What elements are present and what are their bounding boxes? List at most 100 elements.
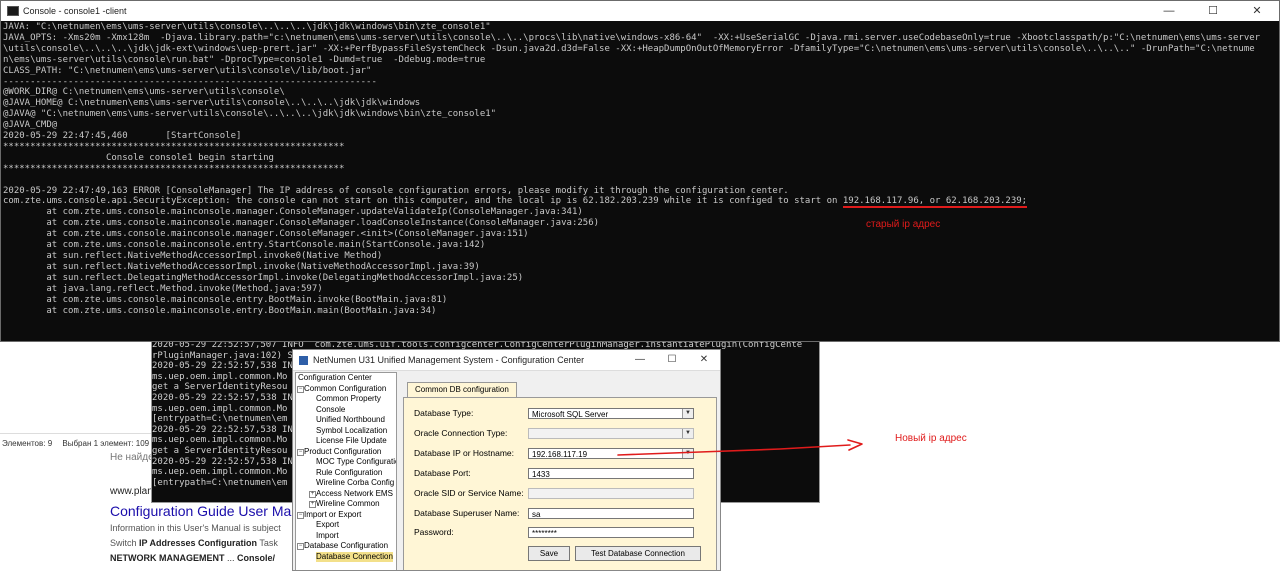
tree-item[interactable]: Import bbox=[296, 531, 396, 542]
save-button[interactable]: Save bbox=[528, 546, 570, 561]
tree-item[interactable]: + Wireline Common bbox=[296, 499, 396, 510]
console-line: at sun.reflect.NativeMethodAccessorImpl.… bbox=[3, 251, 1277, 262]
tree-item[interactable]: MOC Type Configuration bbox=[296, 457, 396, 468]
db-port-label: Database Port: bbox=[414, 468, 471, 478]
explorer-item-count: Элементов: 9 bbox=[2, 439, 53, 448]
tree-item-label: Export bbox=[316, 520, 340, 529]
tree-item[interactable]: Symbol Localization bbox=[296, 426, 396, 437]
web-result-snippet: NETWORK MANAGEMENT ... Console/ bbox=[110, 553, 296, 563]
console-line-text: at sun.reflect.DelegatingMethodAccessorI… bbox=[3, 272, 524, 283]
oracle-connection-type-select: ▼ bbox=[528, 428, 694, 439]
tree-item[interactable]: Unified Northbound bbox=[296, 415, 396, 426]
collapse-icon[interactable]: − bbox=[297, 448, 304, 456]
console-line: JAVA: "C:\netnumen\ems\ums-server\utils\… bbox=[3, 22, 1277, 33]
web-result-snippet: Switch IP Addresses Configuration Task bbox=[110, 538, 296, 548]
db-configuration-panel: Database Type: Microsoft SQL Server ▼ Or… bbox=[403, 397, 717, 570]
config-maximize-button[interactable]: ☐ bbox=[656, 350, 688, 370]
tree-item[interactable]: Export bbox=[296, 520, 396, 531]
web-result-title-link[interactable]: Configuration Guide User Man bbox=[110, 503, 296, 519]
explorer-selected-info: Выбран 1 элемент: 109 bbox=[62, 439, 150, 448]
console-line: ****************************************… bbox=[3, 142, 1277, 153]
password-input[interactable]: ******** bbox=[528, 527, 694, 538]
tree-item-label: Database Connection bbox=[316, 551, 393, 562]
console-line-text: at com.zte.ums.console.mainconsole.entry… bbox=[3, 305, 437, 316]
tree-item[interactable]: + Access Network EMS bbox=[296, 489, 396, 500]
collapse-icon[interactable]: − bbox=[297, 543, 304, 550]
oracle-connection-type-label: Oracle Connection Type: bbox=[414, 428, 508, 438]
console-line-text: @JAVA_HOME@ C:\netnumen\ems\ums-server\u… bbox=[3, 98, 421, 109]
console-line-text: 2020-05-29 22:47:49,163 ERROR [ConsoleMa… bbox=[3, 185, 789, 196]
tree-item[interactable]: License File Update bbox=[296, 436, 396, 447]
console-line: ****************************************… bbox=[3, 164, 1277, 175]
console-line: at sun.reflect.DelegatingMethodAccessorI… bbox=[3, 273, 1277, 284]
oracle-sid-label: Oracle SID or Service Name: bbox=[414, 488, 524, 498]
tree-item-label: Common Property bbox=[316, 394, 381, 403]
old-ip-annotation: старый ip адрес bbox=[866, 219, 941, 230]
console-line-text: @WORK_DIR@ C:\netnumen\ems\ums-server\ut… bbox=[3, 87, 285, 98]
close-button[interactable]: ✕ bbox=[1235, 1, 1279, 21]
console-line: @JAVA@ "C:\netnumen\ems\ums-server\utils… bbox=[3, 109, 1277, 120]
web-result-url[interactable]: www.plan bbox=[110, 486, 153, 497]
expand-icon[interactable]: + bbox=[309, 490, 316, 498]
password-label: Password: bbox=[414, 527, 454, 537]
tree-item[interactable]: Database Connection bbox=[296, 551, 396, 562]
new-ip-annotation: Новый ip адрес bbox=[895, 433, 967, 444]
expand-icon[interactable]: + bbox=[309, 501, 316, 508]
console-line: JAVA_OPTS: -Xms20m -Xmx128m -Djava.libra… bbox=[3, 33, 1277, 44]
config-content-area: Common DB configuration Database Type: M… bbox=[399, 372, 719, 570]
db-port-input[interactable]: 1433 bbox=[528, 468, 694, 479]
console-line-text: ----------------------------------------… bbox=[3, 76, 377, 87]
tree-item[interactable]: − Common Configuration bbox=[296, 384, 396, 395]
oracle-sid-input bbox=[528, 488, 694, 499]
console-window[interactable]: Console - console1 -client — ☐ ✕ JAVA: "… bbox=[0, 0, 1280, 342]
console-line-text: at sun.reflect.NativeMethodAccessorImpl.… bbox=[3, 261, 480, 272]
tree-item[interactable]: Configuration Center bbox=[296, 373, 396, 384]
db-type-select[interactable]: Microsoft SQL Server ▼ bbox=[528, 408, 694, 419]
console-line: Console console1 begin starting bbox=[3, 153, 1277, 164]
tree-item[interactable]: Wireline Corba Config bbox=[296, 478, 396, 489]
chevron-down-icon: ▼ bbox=[682, 429, 693, 438]
chevron-down-icon[interactable]: ▼ bbox=[682, 409, 693, 418]
collapse-icon[interactable]: − bbox=[297, 385, 304, 393]
console-line-text: JAVA: "C:\netnumen\ems\ums-server\utils\… bbox=[3, 22, 491, 32]
superuser-input[interactable]: sa bbox=[528, 508, 694, 519]
tree-item-label: Common Configuration bbox=[304, 383, 387, 393]
console-line-text: ****************************************… bbox=[3, 163, 345, 174]
configuration-center-window[interactable]: NetNumen U31 Unified Management System -… bbox=[292, 349, 721, 571]
tree-item-label: Console bbox=[316, 404, 346, 414]
console-line: CLASS_PATH: "C:\netnumen\ems\ums-server\… bbox=[3, 66, 1277, 77]
console-line-text: ****************************************… bbox=[3, 141, 345, 152]
tree-item-label: License File Update bbox=[316, 436, 387, 445]
config-title-bar[interactable]: NetNumen U31 Unified Management System -… bbox=[293, 350, 720, 371]
config-navigation-tree[interactable]: Configuration Center − Common Configuratio… bbox=[295, 372, 397, 570]
tree-item[interactable]: − Database Configuration bbox=[296, 541, 396, 552]
test-database-connection-button[interactable]: Test Database Connection bbox=[575, 546, 701, 561]
console-line-text: \utils\console\..\..\..\jdk\jdk-ext\wind… bbox=[3, 43, 1255, 54]
db-ip-label: Database IP or Hostname: bbox=[414, 448, 515, 458]
console-line-text: at com.zte.ums.console.mainconsole.entry… bbox=[3, 240, 486, 251]
console-line: at com.zte.ums.console.mainconsole.manag… bbox=[3, 229, 1277, 240]
tree-item[interactable]: Common Property bbox=[296, 394, 396, 405]
db-ip-value: 192.168.117.19 bbox=[532, 450, 588, 459]
tree-item[interactable]: − Import or Export bbox=[296, 510, 396, 521]
console-output: JAVA: "C:\netnumen\ems\ums-server\utils\… bbox=[1, 21, 1279, 317]
config-minimize-button[interactable]: — bbox=[624, 350, 656, 370]
tree-item[interactable]: Rule Configuration bbox=[296, 468, 396, 479]
tree-item[interactable]: − Product Configuration bbox=[296, 447, 396, 458]
tree-item-label: Import bbox=[316, 530, 339, 540]
chevron-down-icon[interactable]: ▼ bbox=[682, 449, 693, 458]
snippet-text: ... bbox=[224, 553, 238, 563]
console-line: at com.zte.ums.console.mainconsole.manag… bbox=[3, 207, 1277, 218]
tree-item[interactable]: Console bbox=[296, 405, 396, 416]
collapse-icon[interactable]: − bbox=[297, 511, 304, 519]
console-line-text: @JAVA_CMD@ bbox=[3, 120, 58, 131]
tab-common-db-configuration[interactable]: Common DB configuration bbox=[407, 382, 517, 397]
snippet-keyword: NETWORK MANAGEMENT bbox=[110, 553, 225, 563]
maximize-button[interactable]: ☐ bbox=[1191, 1, 1235, 21]
db-ip-input[interactable]: 192.168.117.19 ▼ bbox=[528, 448, 694, 459]
minimize-button[interactable]: — bbox=[1147, 1, 1191, 21]
console-line: \utils\console\..\..\..\jdk\jdk-ext\wind… bbox=[3, 44, 1277, 55]
console-title-bar[interactable]: Console - console1 -client — ☐ ✕ bbox=[1, 1, 1279, 21]
config-close-button[interactable]: ✕ bbox=[688, 350, 720, 370]
tree-item-label: Unified Northbound bbox=[316, 415, 385, 424]
